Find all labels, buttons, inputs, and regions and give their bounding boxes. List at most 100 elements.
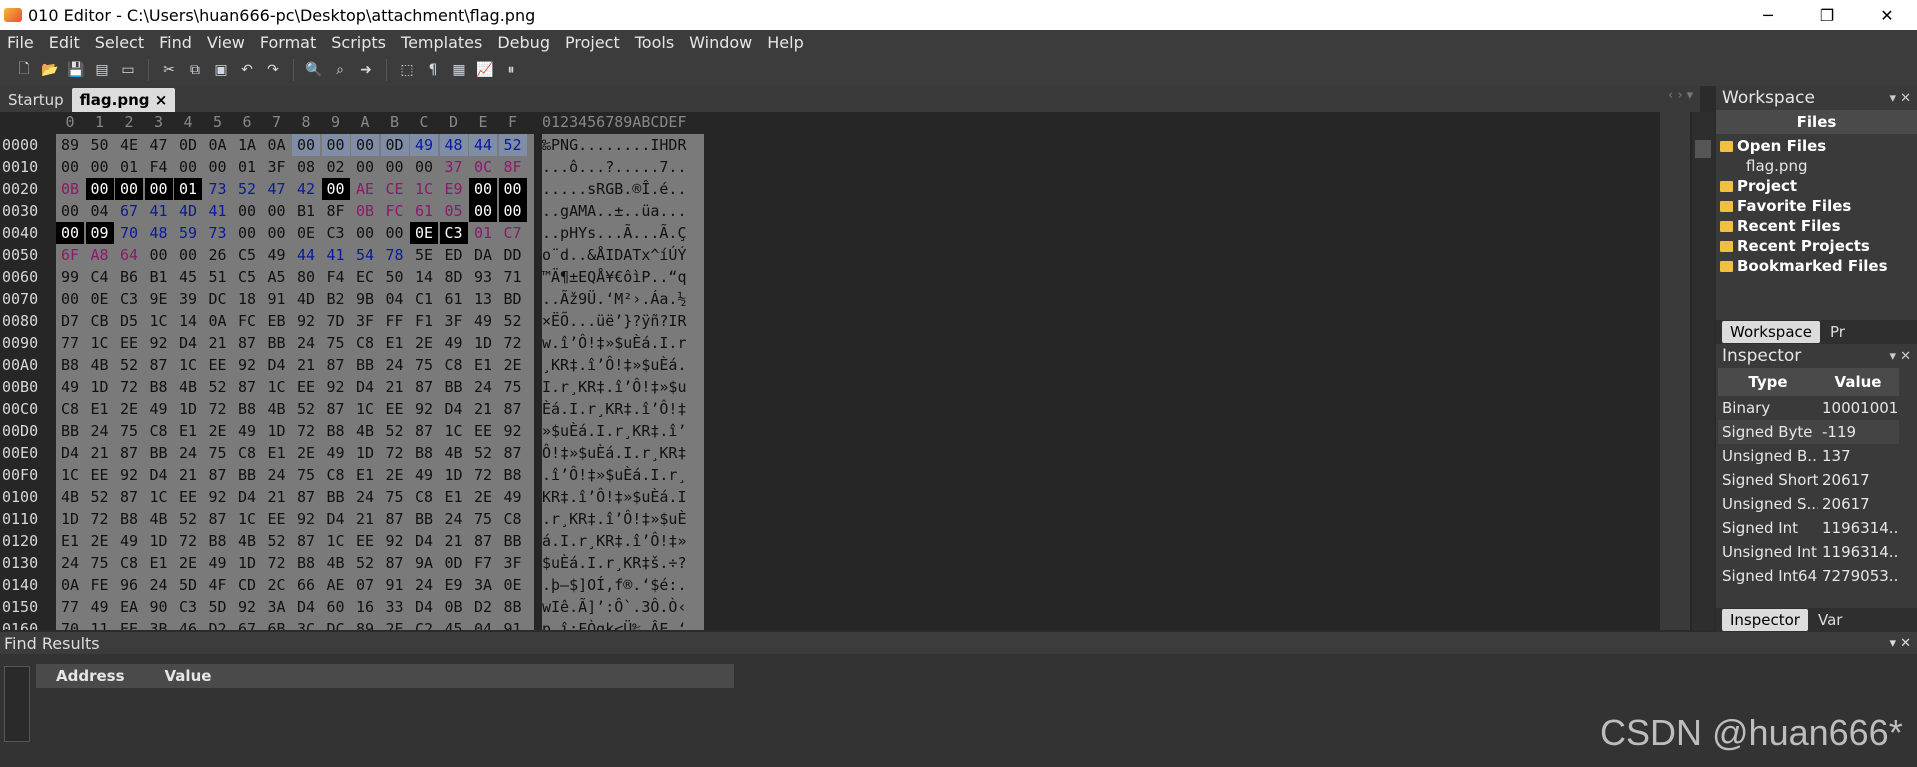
- hex-byte[interactable]: 92: [233, 354, 261, 376]
- text-area[interactable]: ‰PNG........IHDR ...ô...?.....7.. .....sRG…: [542, 134, 704, 630]
- hex-byte[interactable]: 1C: [233, 508, 261, 530]
- hex-byte[interactable]: 70: [115, 222, 143, 244]
- hex-byte[interactable]: 5D: [174, 574, 202, 596]
- hex-byte[interactable]: 00: [469, 200, 497, 222]
- cut-icon[interactable]: ✂: [159, 60, 179, 80]
- hex-byte[interactable]: 49: [410, 134, 438, 156]
- hex-byte[interactable]: B8: [233, 398, 261, 420]
- hex-byte[interactable]: 87: [115, 442, 143, 464]
- text-row[interactable]: »$uÈá.I.r¸KR‡.î’: [542, 420, 704, 442]
- inspector-row[interactable]: Binary 10001001: [1718, 396, 1899, 420]
- goto-icon[interactable]: ➜: [356, 60, 376, 80]
- hex-byte[interactable]: 92: [145, 332, 173, 354]
- hex-byte[interactable]: C3: [439, 222, 468, 244]
- hex-byte[interactable]: 92: [381, 530, 409, 552]
- hex-byte[interactable]: 2E: [174, 552, 202, 574]
- hex-byte[interactable]: C4: [86, 266, 114, 288]
- hex-byte[interactable]: 4B: [86, 354, 114, 376]
- inspector-row[interactable]: Signed Int64 7279053...: [1718, 564, 1899, 588]
- hex-byte[interactable]: B8: [115, 508, 143, 530]
- hex-byte[interactable]: E1: [145, 552, 173, 574]
- tab-inspector[interactable]: Inspector: [1722, 609, 1808, 631]
- hex-byte[interactable]: 72: [381, 442, 409, 464]
- hex-byte[interactable]: 24: [351, 486, 379, 508]
- hex-byte[interactable]: 01: [115, 156, 143, 178]
- hex-byte[interactable]: EC: [351, 266, 379, 288]
- tab-startup[interactable]: Startup: [0, 88, 72, 112]
- hex-byte[interactable]: C8: [499, 508, 527, 530]
- hex-byte[interactable]: 92: [410, 398, 438, 420]
- text-row[interactable]: KR‡.î’Ô!‡»$uÈá.I: [542, 486, 704, 508]
- hex-byte[interactable]: AE: [351, 178, 379, 200]
- hex-byte[interactable]: EE: [174, 486, 202, 508]
- hex-byte[interactable]: 92: [204, 486, 232, 508]
- hex-byte[interactable]: 1D: [351, 442, 379, 464]
- tree-recent-projects[interactable]: Recent Projects: [1720, 236, 1917, 256]
- hex-byte[interactable]: 0A: [204, 310, 232, 332]
- close-icon[interactable]: ▾ ✕: [1889, 636, 1911, 651]
- close-button[interactable]: ✕: [1857, 0, 1917, 30]
- hex-byte[interactable]: 50: [381, 266, 409, 288]
- hex-byte[interactable]: 0B: [440, 596, 468, 618]
- close-icon[interactable]: ▾ ✕: [1889, 349, 1911, 364]
- hex-byte[interactable]: 4B: [56, 486, 84, 508]
- hex-byte[interactable]: 33: [381, 596, 409, 618]
- hex-byte[interactable]: C3: [174, 596, 202, 618]
- hex-byte[interactable]: D4: [410, 596, 438, 618]
- inspector-row[interactable]: Unsigned B... 137: [1718, 444, 1899, 468]
- hex-byte[interactable]: 87: [410, 376, 438, 398]
- hex-byte[interactable]: C5: [233, 244, 261, 266]
- hex-byte[interactable]: 01: [469, 222, 497, 244]
- hex-byte[interactable]: BB: [499, 530, 527, 552]
- hex-byte[interactable]: 2E: [499, 354, 527, 376]
- hex-byte[interactable]: D5: [115, 310, 143, 332]
- hex-byte[interactable]: 92: [499, 420, 527, 442]
- hex-byte[interactable]: DA: [469, 244, 497, 266]
- hex-byte[interactable]: 54: [351, 244, 379, 266]
- hex-byte[interactable]: 75: [86, 552, 114, 574]
- hex-byte[interactable]: C8: [56, 398, 84, 420]
- hex-byte[interactable]: 6F: [56, 244, 84, 266]
- hex-byte[interactable]: 24: [410, 574, 438, 596]
- hex-byte[interactable]: 52: [499, 310, 527, 332]
- hex-byte[interactable]: F4: [322, 266, 350, 288]
- hex-byte[interactable]: 87: [145, 354, 173, 376]
- hex-byte[interactable]: 75: [292, 464, 320, 486]
- hex-byte[interactable]: 48: [439, 134, 468, 156]
- hex-byte[interactable]: B2: [322, 288, 350, 310]
- hex-byte[interactable]: C3: [322, 222, 350, 244]
- hex-byte[interactable]: D2: [204, 618, 232, 630]
- hex-byte[interactable]: 45: [440, 618, 468, 630]
- hex-byte[interactable]: 75: [410, 354, 438, 376]
- text-row[interactable]: wIê.Ã]’:Ô`.3Ô.Ò‹: [542, 596, 704, 618]
- hex-byte[interactable]: B1: [145, 266, 173, 288]
- hex-byte[interactable]: 2E: [86, 530, 114, 552]
- tree-flag-png[interactable]: flag.png: [1720, 156, 1917, 176]
- hex-byte[interactable]: 00: [469, 178, 497, 200]
- hex-byte[interactable]: 2E: [381, 464, 409, 486]
- hex-byte[interactable]: 37: [440, 156, 468, 178]
- hex-byte[interactable]: 52: [204, 376, 232, 398]
- hex-byte[interactable]: 45: [174, 266, 202, 288]
- hex-byte[interactable]: 14: [410, 266, 438, 288]
- hex-byte[interactable]: 75: [469, 508, 497, 530]
- hex-byte[interactable]: 1D: [263, 420, 291, 442]
- hex-byte[interactable]: E1: [381, 332, 409, 354]
- hex-byte[interactable]: C7: [499, 222, 527, 244]
- hex-byte[interactable]: 0D: [440, 552, 468, 574]
- hex-byte[interactable]: 67: [115, 200, 143, 222]
- hex-byte[interactable]: EE: [115, 618, 143, 630]
- hex-byte[interactable]: 04: [86, 200, 114, 222]
- hex-byte[interactable]: 18: [233, 288, 261, 310]
- hex-byte[interactable]: 78: [381, 244, 409, 266]
- calculator-icon[interactable]: ▦: [449, 60, 469, 80]
- open-file-icon[interactable]: 📂: [40, 60, 60, 80]
- hex-byte[interactable]: 39: [174, 288, 202, 310]
- hex-byte[interactable]: F7: [469, 552, 497, 574]
- text-row[interactable]: ‰PNG........IHDR: [542, 134, 704, 156]
- hex-byte[interactable]: 92: [322, 376, 350, 398]
- find-col-value[interactable]: Value: [145, 667, 232, 685]
- hex-byte[interactable]: 4B: [351, 420, 379, 442]
- hex-byte[interactable]: 75: [115, 420, 143, 442]
- hex-byte[interactable]: 89: [56, 134, 84, 156]
